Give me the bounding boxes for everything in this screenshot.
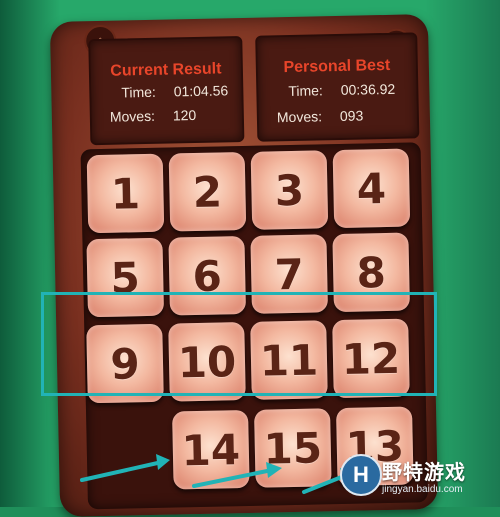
current-result-panel: Current Result Time: 01:04.56 Moves: 120: [88, 35, 245, 146]
watermark-url: jingyan.baidu.com: [382, 484, 463, 495]
best-moves-row: Moves: 093: [277, 107, 364, 125]
watermark-brand: 野特游戏: [382, 462, 466, 484]
best-time-row: Time: 00:36.92: [288, 81, 395, 99]
tile-3[interactable]: 3: [250, 150, 329, 230]
current-moves-label: Moves:: [109, 107, 156, 125]
watermark-logo-icon: H: [340, 454, 382, 496]
current-time-value: 01:04.56: [173, 82, 229, 100]
tile-1[interactable]: 1: [86, 153, 165, 234]
current-moves-value: 120: [172, 106, 197, 124]
best-moves-value: 093: [339, 107, 364, 124]
tile-2[interactable]: 2: [168, 151, 247, 232]
current-time-label: Time:: [121, 83, 156, 101]
current-result-title: Current Result: [110, 60, 222, 80]
highlight-box-row-3: [41, 292, 437, 396]
tile-4[interactable]: 4: [332, 148, 411, 229]
game-board: ⌂ ◀ Current Result Time: 01:04.56 Moves:…: [49, 14, 439, 517]
arrow-annotation-1: [80, 454, 170, 482]
current-moves-row: Moves: 120: [110, 107, 197, 125]
personal-best-title: Personal Best: [283, 56, 391, 77]
current-time-row: Time: 01:04.56: [121, 82, 228, 100]
best-time-value: 00:36.92: [340, 80, 396, 98]
best-time-label: Time:: [288, 82, 324, 100]
watermark: H 野特游戏 jingyan.baidu.com: [336, 452, 496, 504]
personal-best-panel: Personal Best Time: 00:36.92 Moves: 093: [255, 32, 420, 142]
best-moves-label: Moves:: [276, 108, 323, 126]
arrow-annotation-2: [192, 462, 282, 488]
